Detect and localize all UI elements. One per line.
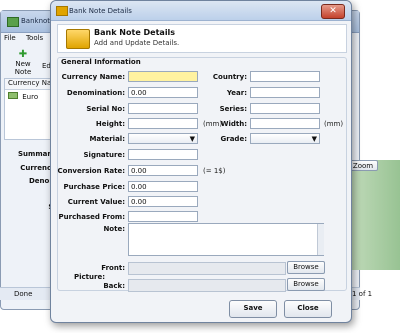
menu-tools[interactable]: Tools [26, 34, 43, 42]
close-icon[interactable]: ✕ [321, 4, 345, 19]
picture-label: Picture: [73, 273, 105, 281]
chevron-down-icon: ▼ [311, 135, 317, 143]
page-indicator: 1 of 1 [352, 290, 373, 298]
zoom-button[interactable]: Zoom [348, 160, 378, 171]
group-title: General Information [61, 58, 141, 66]
height-label: Height: [95, 120, 125, 128]
close-button[interactable]: Close [284, 300, 332, 318]
width-label: Width: [220, 120, 247, 128]
menu-file[interactable]: File [4, 34, 16, 42]
height-field[interactable] [128, 118, 198, 129]
year-label: Year: [226, 89, 247, 97]
serial-no-field[interactable] [128, 103, 198, 114]
current-value-field[interactable]: 0.00 [128, 196, 198, 207]
series-field[interactable] [250, 103, 320, 114]
header-subtitle: Add and Update Details. [94, 39, 180, 47]
conversion-rate-field[interactable]: 0.00 [128, 165, 198, 176]
denomination-field[interactable]: 0.00 [128, 87, 198, 98]
material-value [129, 134, 131, 142]
signature-field[interactable] [128, 149, 198, 160]
chevron-down-icon: ▼ [189, 135, 195, 143]
year-field[interactable] [250, 87, 320, 98]
material-dropdown[interactable]: ▼ [128, 133, 198, 144]
money-icon [56, 6, 68, 16]
front-label: Front: [101, 264, 125, 272]
front-picture-path [128, 262, 286, 275]
banknote-icon [66, 29, 90, 49]
grade-dropdown[interactable]: ▼ [250, 133, 320, 144]
new-note-button[interactable]: ✚ New Note [6, 49, 40, 77]
note-textarea[interactable] [128, 223, 324, 256]
country-label: Country: [212, 73, 247, 81]
country-field[interactable] [250, 71, 320, 82]
banknote-icon [8, 92, 18, 99]
add-icon: ✚ [18, 49, 28, 60]
save-button[interactable]: Save [229, 300, 277, 318]
grade-value [251, 134, 253, 142]
front-browse-button[interactable]: Browse [287, 261, 325, 274]
back-label: Back: [103, 282, 125, 290]
status-text: Done [14, 290, 33, 298]
dialog-header: Bank Note Details Add and Update Details… [57, 24, 347, 53]
purchased-from-label: Purchased From: [58, 213, 125, 221]
dialog-title: Bank Note Details [69, 7, 132, 15]
conversion-rate-label: Conversion Rate: [57, 167, 126, 175]
series-label: Series: [219, 105, 247, 113]
list-item-label: Euro [22, 93, 39, 101]
note-label: Note: [103, 225, 125, 233]
note-scrollbar[interactable] [317, 224, 324, 255]
current-value-label: Current Value: [67, 198, 125, 206]
back-browse-button[interactable]: Browse [287, 278, 325, 291]
signature-label: Signature: [83, 151, 126, 159]
purchase-price-label: Purchase Price: [63, 183, 125, 191]
bank-note-details-dialog: Bank Note Details ✕ Bank Note Details Ad… [50, 0, 352, 323]
material-label: Material: [89, 135, 125, 143]
header-title: Bank Note Details [94, 28, 176, 37]
conversion-rate-unit: (= 1$) [203, 167, 226, 175]
currency-name-label: Currency Name: [61, 73, 125, 81]
currency-name-field[interactable] [128, 71, 198, 82]
new-note-label: New Note [14, 60, 32, 76]
app-icon [7, 17, 19, 27]
dialog-titlebar: Bank Note Details ✕ [51, 1, 351, 21]
back-picture-path [128, 279, 286, 292]
serial-no-label: Serial No: [86, 105, 125, 113]
grade-label: Grade: [220, 135, 247, 143]
width-field[interactable] [250, 118, 320, 129]
width-unit: (mm) [324, 120, 344, 128]
denomination-label: Denomination: [66, 89, 125, 97]
purchase-price-field[interactable]: 0.00 [128, 181, 198, 192]
purchased-from-field[interactable] [128, 211, 198, 222]
